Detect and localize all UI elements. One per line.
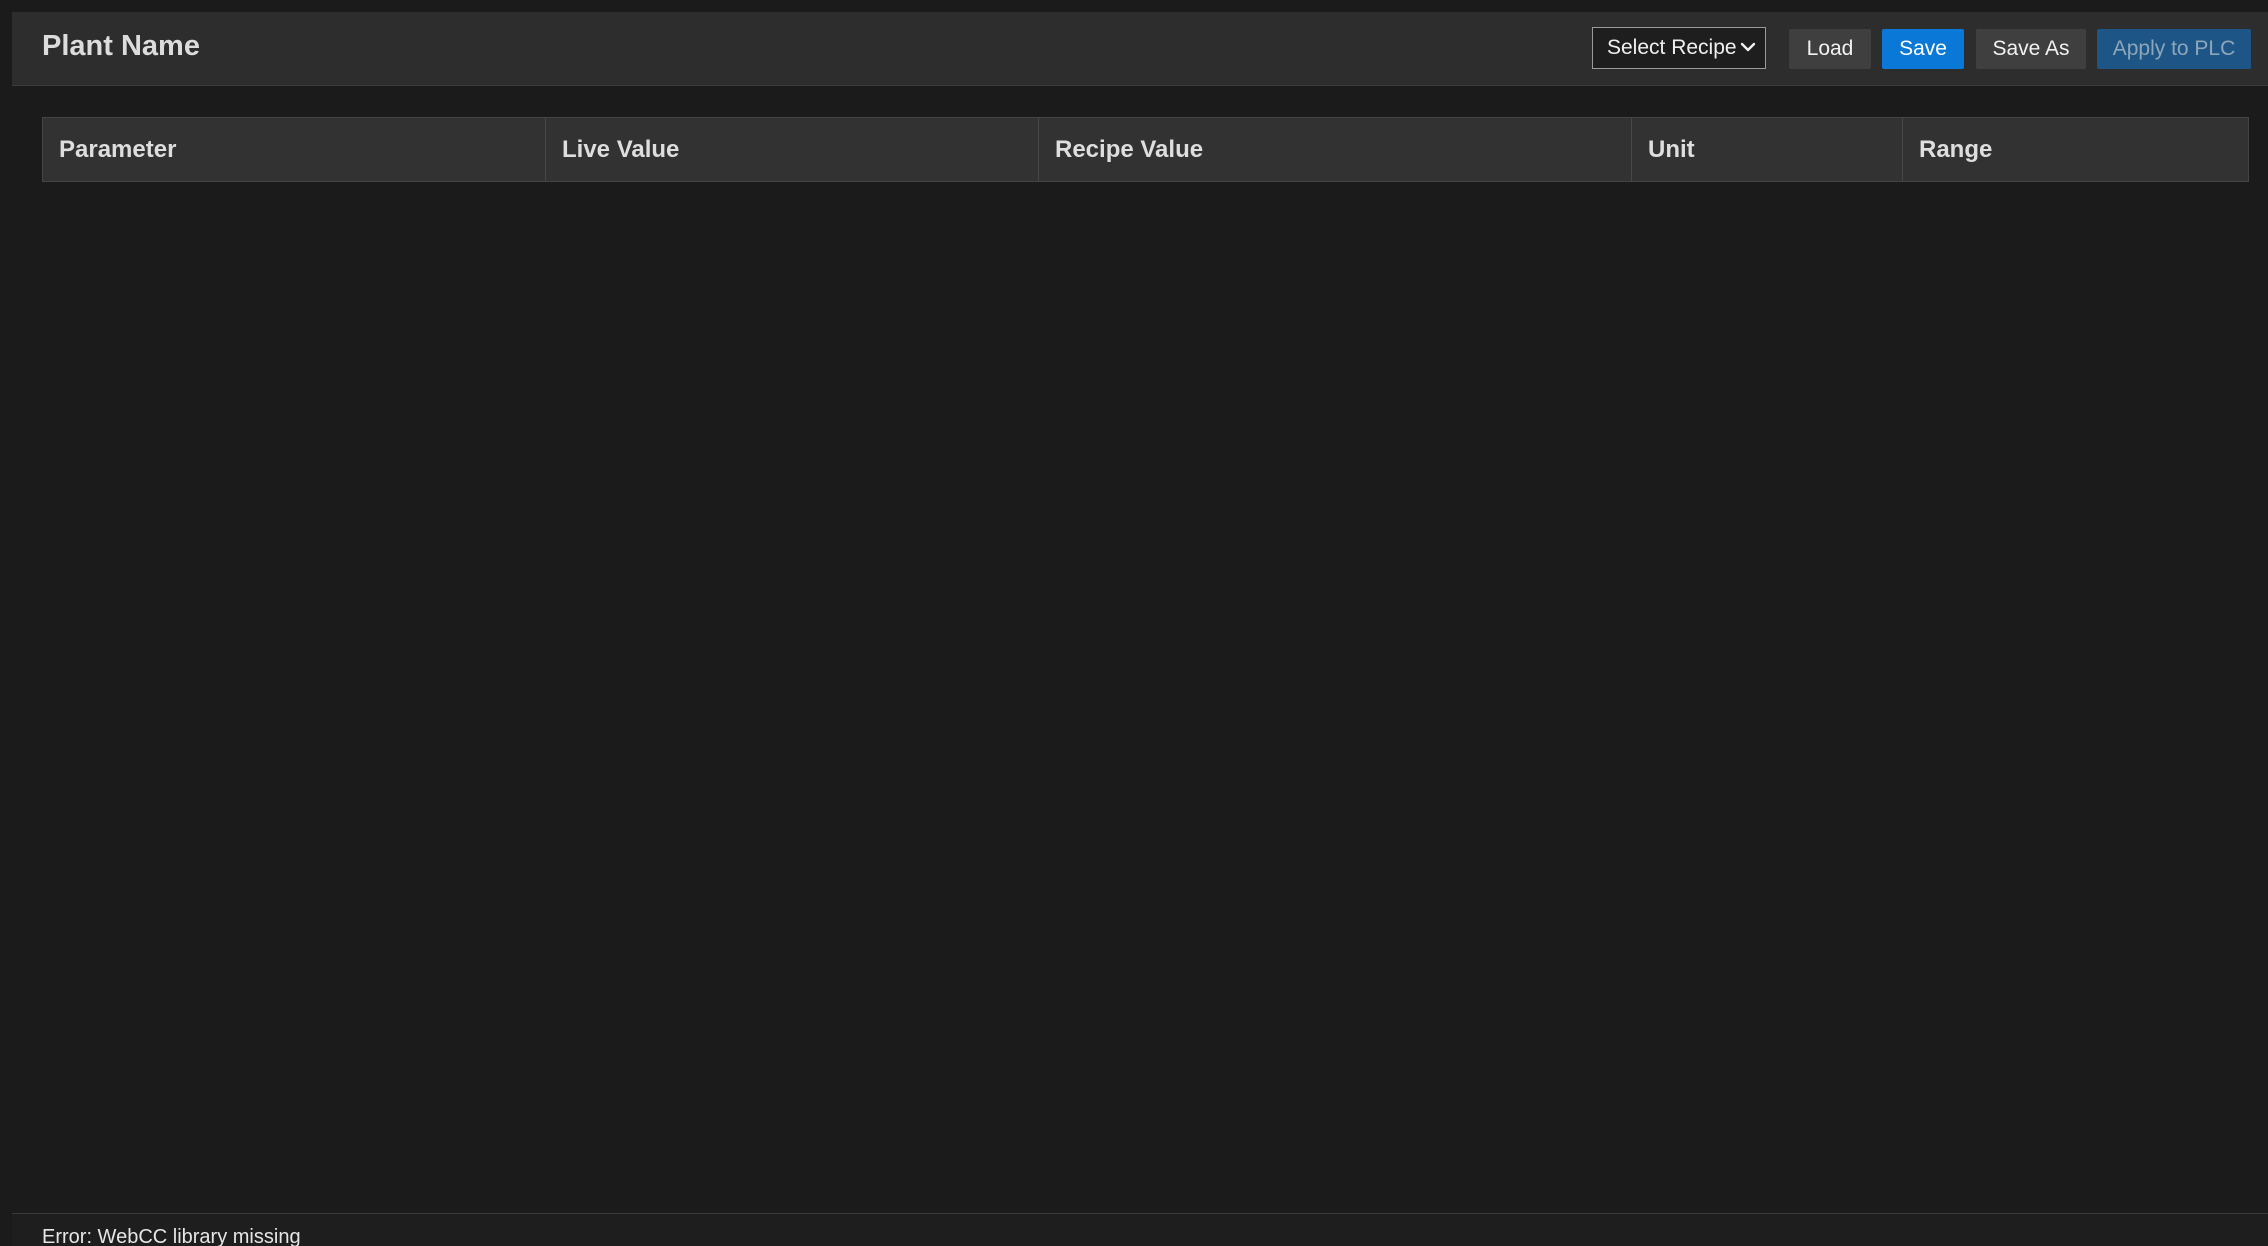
status-message: Error: WebCC library missing — [42, 1226, 301, 1246]
recipe-parameter-table: Parameter Live Value Recipe Value Unit R… — [42, 117, 2249, 182]
column-header-parameter: Parameter — [43, 118, 546, 181]
status-bar: Error: WebCC library missing — [12, 1213, 2268, 1246]
column-header-live-value: Live Value — [546, 118, 1039, 181]
apply-to-plc-button[interactable]: Apply to PLC — [2097, 29, 2251, 69]
load-button[interactable]: Load — [1789, 29, 1871, 69]
save-as-button[interactable]: Save As — [1976, 29, 2086, 69]
chevron-down-icon — [1740, 42, 1756, 52]
column-header-recipe-value: Recipe Value — [1039, 118, 1632, 181]
column-header-unit: Unit — [1632, 118, 1903, 181]
recipe-select-value: Select Recipe — [1607, 36, 1737, 59]
recipe-select[interactable]: Select Recipe — [1592, 27, 1766, 69]
save-button[interactable]: Save — [1882, 29, 1964, 69]
column-header-range: Range — [1919, 135, 1993, 163]
app-header: Plant Name Select Recipe Load Save Save … — [12, 12, 2268, 86]
page-title: Plant Name — [42, 30, 200, 62]
